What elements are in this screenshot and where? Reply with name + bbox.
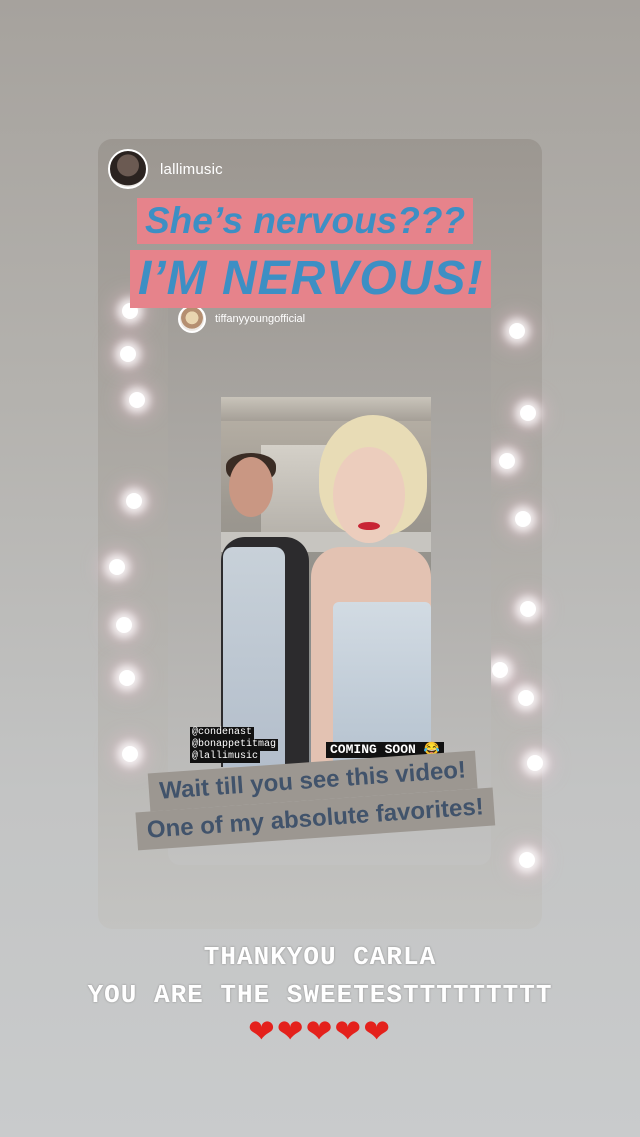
light-bulb: [499, 453, 515, 469]
headline-line-1: She’s nervous???: [137, 198, 474, 244]
light-bulb: [520, 405, 536, 421]
outer-username[interactable]: lallimusic: [160, 161, 223, 178]
kitchen-hood: [221, 397, 431, 421]
light-bulb: [120, 346, 136, 362]
inner-story-header[interactable]: tiffanyyoungofficial: [178, 305, 305, 333]
lips: [358, 522, 380, 530]
light-bulb: [119, 670, 135, 686]
light-bulb: [518, 690, 534, 706]
mention-tag[interactable]: @bonappetitmag: [190, 739, 279, 751]
outer-story-header[interactable]: lallimusic: [108, 149, 223, 189]
hearts-emoji: ❤❤❤❤❤: [247, 1012, 393, 1050]
light-bulb: [129, 392, 145, 408]
mention-tags: @condenast @bonappetitmag @lallimusic: [190, 727, 279, 763]
mention-tag[interactable]: @condenast: [190, 727, 255, 739]
headline-line-2: I’M NERVOUS!: [130, 250, 492, 308]
light-bulb: [492, 662, 508, 678]
light-bulb: [527, 755, 543, 771]
light-bulb: [515, 511, 531, 527]
light-bulb: [122, 746, 138, 762]
inner-username[interactable]: tiffanyyoungofficial: [215, 313, 305, 325]
light-bulb: [126, 493, 142, 509]
light-bulb: [519, 852, 535, 868]
story-text-line-2: YOU ARE THE SWEETESTTTTTTTTT: [87, 980, 553, 1010]
light-bulb: [520, 601, 536, 617]
light-bulb: [116, 617, 132, 633]
mention-tag[interactable]: @lallimusic: [190, 751, 261, 763]
video-preview[interactable]: [221, 397, 431, 767]
avatar[interactable]: [178, 305, 206, 333]
story-text-line-1: THANKYOU CARLA: [203, 942, 437, 972]
face-left: [229, 457, 273, 517]
light-bulb: [109, 559, 125, 575]
avatar[interactable]: [108, 149, 148, 189]
light-bulb: [509, 323, 525, 339]
